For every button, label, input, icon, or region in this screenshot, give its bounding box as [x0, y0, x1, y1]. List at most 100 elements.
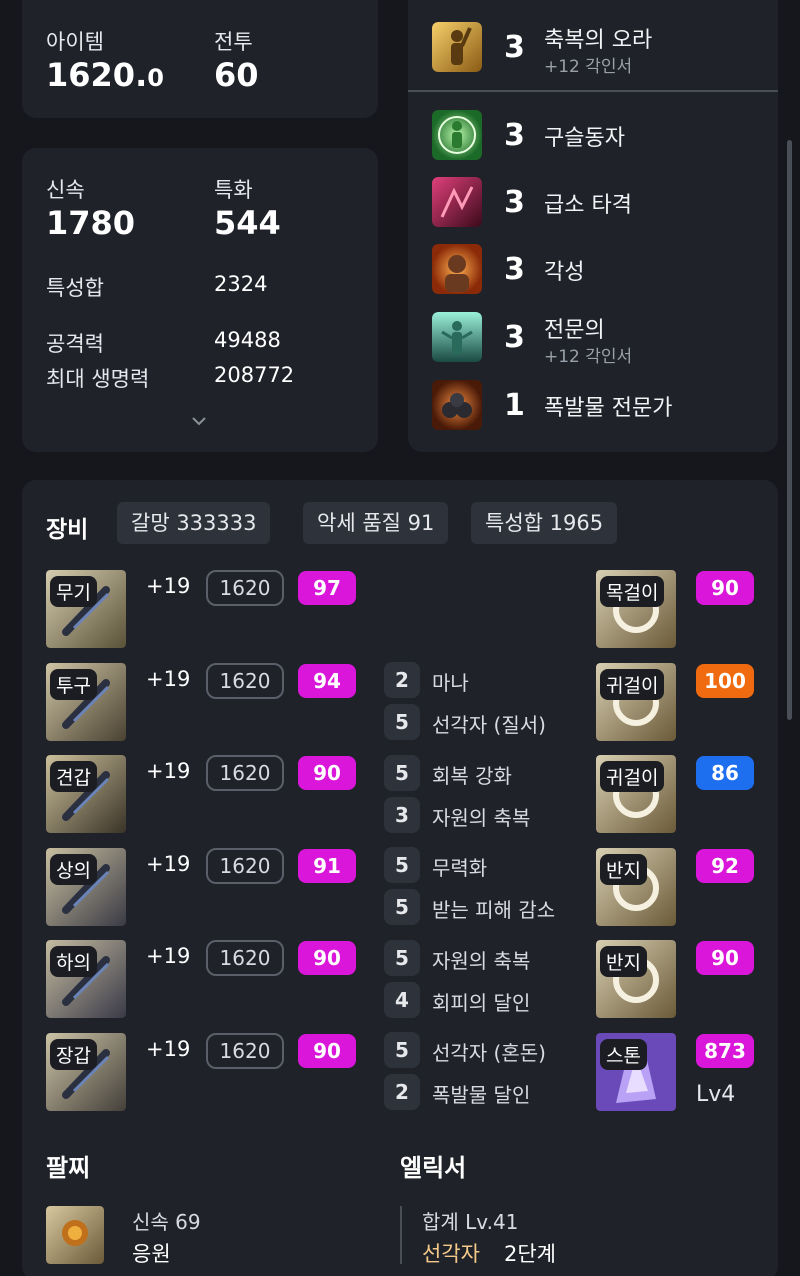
- engraving-name: 자원의 축복: [432, 948, 531, 973]
- engraving-name: 구슬동자: [544, 126, 625, 151]
- engraving-points: 5: [384, 754, 420, 791]
- accessory-engraving: 3 자원의 축복: [384, 796, 584, 833]
- accessory-engraving: 4 회피의 달인: [384, 981, 584, 1018]
- bomb-icon: [432, 380, 482, 430]
- engraving-name: 급소 타격: [544, 193, 632, 218]
- engraving-item[interactable]: 3 축복의 오라 +12 각인서: [432, 22, 772, 77]
- max-hp-label: 최대 생명력: [46, 367, 150, 391]
- quality-badge: 90: [298, 756, 356, 790]
- elixir-stage: 2단계: [504, 1242, 557, 1266]
- divider: [408, 90, 778, 92]
- item-level-badge: 1620: [206, 847, 284, 884]
- accessory-engraving: 5 받는 피해 감소: [384, 889, 584, 925]
- slot-label: 견갑: [50, 761, 97, 792]
- accessory-engraving: 2 마나: [384, 662, 584, 698]
- item-level-badge: 1620: [206, 940, 284, 976]
- spec-label: 특화: [214, 178, 253, 202]
- engraving-level: 3: [504, 320, 525, 355]
- honing-level: +19: [146, 759, 191, 783]
- accessory-engraving: 5 무력화: [384, 847, 584, 883]
- engraving-points: 3: [384, 796, 420, 833]
- quality-badge: 90: [696, 941, 754, 975]
- bracelet-title: 팔찌: [46, 1154, 91, 1182]
- engraving-points: 5: [384, 889, 420, 925]
- engraving-item[interactable]: 3 각성: [432, 244, 772, 296]
- max-hp-value: 208772: [214, 363, 295, 387]
- engraving-item[interactable]: 3 급소 타격: [432, 177, 772, 229]
- slot-label: 무기: [50, 576, 97, 607]
- stat-sum-label: 특성합: [46, 276, 104, 300]
- engraving-name: 폭발물 전문가: [544, 396, 673, 421]
- engraving-item[interactable]: 1 폭발물 전문가: [432, 380, 772, 432]
- scrollbar[interactable]: [787, 140, 792, 720]
- engravings-card: 3 축복의 오라 +12 각인서 3 구슬동자 3 급소 타격 3 각성 3 전…: [408, 0, 778, 452]
- engraving-name: 선각자 (혼돈): [432, 1041, 546, 1065]
- engraving-name: 전문의: [544, 318, 605, 343]
- engraving-points: 5: [384, 704, 420, 740]
- honing-level: +19: [146, 851, 191, 876]
- stats-card: 신속 1780 특화 544 특성합 2324 공격력 49488 최대 생명력…: [22, 148, 378, 452]
- elixir-total: 합계 Lv.41: [422, 1210, 519, 1234]
- item-level-badge: 1620: [206, 662, 284, 699]
- slot-label: 상의: [50, 853, 97, 885]
- engraving-name: 회피의 달인: [432, 990, 531, 1015]
- slot-label: 귀걸이: [600, 761, 665, 792]
- engraving-name: 축복의 오라: [544, 28, 653, 53]
- slot-label: 장갑: [50, 1038, 97, 1070]
- engraving-level: 1: [504, 388, 525, 423]
- bracelet-icon[interactable]: [46, 1206, 104, 1264]
- honing-level: +19: [146, 944, 191, 968]
- accessory-engraving: 5 회복 강화: [384, 754, 584, 791]
- item-level-value: 1620.0: [46, 56, 164, 94]
- quality-badge: 873: [696, 1033, 754, 1068]
- critical-strike-icon: [432, 177, 482, 227]
- quality-badge: 90: [298, 1033, 356, 1068]
- engraving-points: 5: [384, 1032, 420, 1068]
- elixir-name: 선각자: [422, 1242, 480, 1266]
- engraving-name: 선각자 (질서): [432, 713, 546, 737]
- accessory-engraving: 5 선각자 (질서): [384, 704, 584, 740]
- elixir-title: 엘릭서: [400, 1154, 467, 1182]
- item-level-card: 아이템 1620.0 전투 60: [22, 0, 378, 118]
- slot-label: 하의: [50, 946, 97, 977]
- chip-elixir-stats: 갈망 333333: [117, 502, 271, 544]
- slot-label: 반지: [600, 946, 647, 977]
- engraving-book: +12 각인서: [544, 57, 633, 77]
- engraving-points: 5: [384, 939, 420, 976]
- slot-label: 목걸이: [600, 576, 665, 607]
- engraving-level: 3: [504, 252, 525, 287]
- accessory-engraving: 5 선각자 (혼돈): [384, 1032, 584, 1068]
- quality-badge: 86: [696, 756, 754, 790]
- engraving-item[interactable]: 3 구슬동자: [432, 110, 772, 162]
- quality-badge: 91: [298, 848, 356, 883]
- quality-badge: 97: [298, 571, 356, 605]
- attack-label: 공격력: [46, 332, 104, 356]
- quality-badge: 90: [298, 941, 356, 975]
- spec-value: 544: [214, 204, 281, 242]
- engraving-name: 폭발물 달인: [432, 1083, 531, 1107]
- engraving-item[interactable]: 3 전문의 +12 각인서: [432, 312, 772, 367]
- accessory-engraving: 5 자원의 축복: [384, 939, 584, 976]
- engraving-name: 회복 강화: [432, 763, 512, 788]
- blessing-aura-icon: [432, 22, 482, 72]
- item-level-badge: 1620: [206, 755, 284, 791]
- bracelet-line-1: 신속 69: [132, 1210, 201, 1234]
- chip-stat-sum: 특성합 1965: [471, 502, 618, 544]
- chevron-down-icon[interactable]: [192, 414, 206, 428]
- engraving-book: +12 각인서: [544, 347, 633, 367]
- engraving-points: 2: [384, 1074, 420, 1110]
- bracelet-line-2: 응원: [132, 1242, 171, 1266]
- engraving-level: 3: [504, 30, 525, 65]
- honing-level: +19: [146, 666, 191, 691]
- engraving-points: 5: [384, 847, 420, 883]
- engraving-name: 마나: [432, 671, 469, 695]
- engraving-name: 받는 피해 감소: [432, 898, 556, 922]
- quality-badge: 92: [696, 848, 754, 883]
- chip-accessory-quality: 악세 품질 91: [303, 502, 449, 544]
- engraving-name: 무력화: [432, 856, 488, 880]
- item-level-badge: 1620: [206, 1032, 284, 1069]
- swift-value: 1780: [46, 204, 136, 242]
- quality-badge: 94: [298, 663, 356, 698]
- orb-child-icon: [432, 110, 482, 160]
- elixir-divider: [400, 1206, 402, 1264]
